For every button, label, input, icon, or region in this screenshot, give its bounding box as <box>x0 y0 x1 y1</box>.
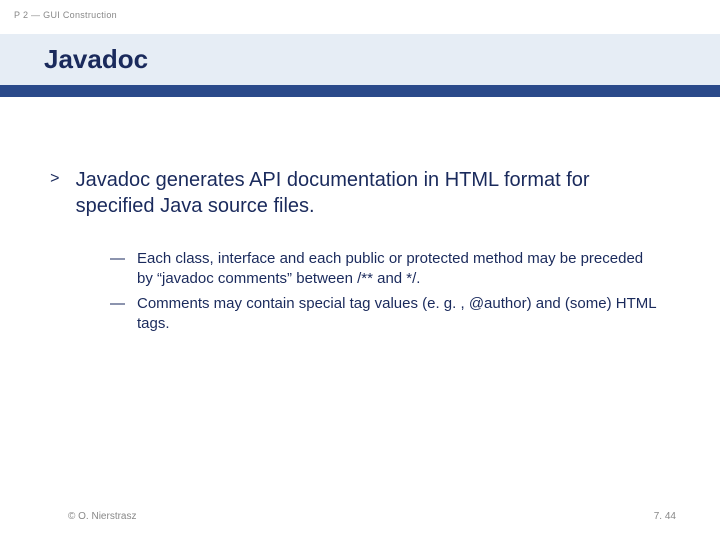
main-bullet: > Javadoc generates API documentation in… <box>50 167 660 219</box>
sub-bullet-text: Each class, interface and each public or… <box>137 249 660 290</box>
bullet-marker: — <box>110 249 125 269</box>
bullet-marker: — <box>110 294 125 314</box>
accent-bar <box>0 85 720 97</box>
footer: © O. Nierstrasz 7. 44 <box>0 511 720 522</box>
page-title: Javadoc <box>44 44 720 75</box>
page-number: 7. 44 <box>654 511 676 522</box>
sub-bullet-text: Comments may contain special tag values … <box>137 294 660 335</box>
title-band: Javadoc <box>0 34 720 85</box>
bullet-marker: > <box>50 170 60 188</box>
list-item: — Each class, interface and each public … <box>110 249 660 290</box>
copyright: © O. Nierstrasz <box>68 511 137 522</box>
sub-list: — Each class, interface and each public … <box>110 249 660 334</box>
breadcrumb: P 2 — GUI Construction <box>0 0 720 20</box>
main-bullet-text: Javadoc generates API documentation in H… <box>76 167 660 219</box>
content-area: > Javadoc generates API documentation in… <box>0 97 720 334</box>
list-item: — Comments may contain special tag value… <box>110 294 660 335</box>
